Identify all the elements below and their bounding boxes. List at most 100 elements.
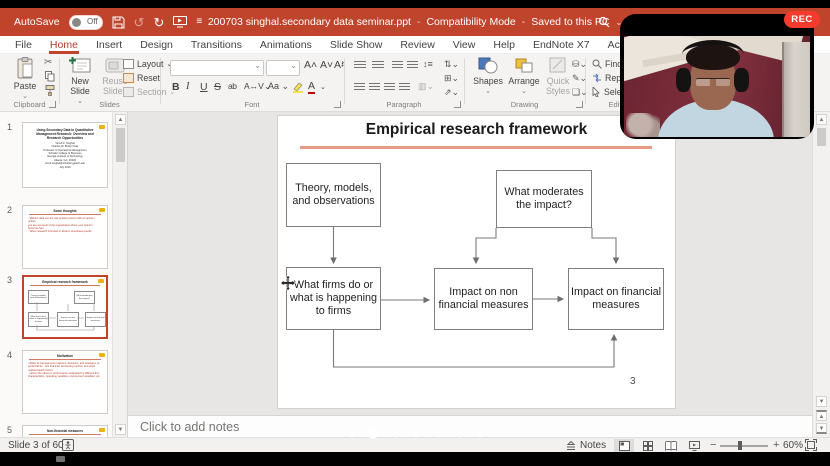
- clipboard-dialog-launcher[interactable]: [49, 101, 56, 108]
- save-icon[interactable]: [112, 16, 125, 29]
- align-left-icon[interactable]: [354, 83, 365, 92]
- chevron-down-icon[interactable]: ⌄: [320, 83, 326, 91]
- reset-button[interactable]: Reset: [123, 73, 160, 83]
- scrollbar-thumb[interactable]: [116, 128, 125, 162]
- shape-fill-icon[interactable]: ⛁⌄: [572, 59, 587, 70]
- zoom-out-button[interactable]: −: [710, 439, 716, 451]
- highlight-color-button[interactable]: [292, 82, 304, 93]
- new-slide-button[interactable]: New Slide ⌄: [63, 57, 97, 106]
- paste-button[interactable]: Paste ⌄: [6, 57, 44, 101]
- font-size-combo[interactable]: [266, 60, 300, 76]
- copy-icon[interactable]: [45, 71, 55, 82]
- character-spacing-button[interactable]: A↔V⌄: [244, 81, 271, 92]
- align-text-icon[interactable]: ⊞⌄: [444, 73, 459, 84]
- format-painter-icon[interactable]: [45, 85, 55, 96]
- tab-transitions[interactable]: Transitions: [182, 36, 251, 54]
- shape-outline-icon[interactable]: ✎⌄: [572, 73, 587, 84]
- scroll-down-icon[interactable]: ▼: [115, 424, 126, 435]
- slide-thumbnail-1[interactable]: Using Secondary Data in Quantitative Man…: [22, 122, 108, 188]
- change-case-button[interactable]: Aa ⌄: [268, 81, 289, 92]
- columns-icon[interactable]: ▥⌄: [418, 81, 434, 92]
- zoom-slider-track[interactable]: [720, 445, 768, 447]
- underline-button[interactable]: U: [200, 81, 208, 93]
- undo-icon[interactable]: ↺: [134, 16, 145, 29]
- diagram-box-nonfinancial[interactable]: Impact on non financial measures: [434, 268, 533, 330]
- zoom-in-button[interactable]: +: [773, 439, 779, 451]
- tab-home[interactable]: Home: [41, 36, 87, 54]
- drawing-dialog-launcher[interactable]: [576, 101, 583, 108]
- notes-placeholder[interactable]: Click to add notes: [140, 420, 239, 434]
- decrease-indent-icon[interactable]: [392, 61, 403, 70]
- numbering-icon[interactable]: [372, 61, 384, 70]
- reading-view-button[interactable]: [661, 439, 681, 452]
- start-slideshow-icon[interactable]: [173, 16, 187, 28]
- customize-toolbar-icon[interactable]: ≡: [196, 17, 202, 27]
- font-name-combo[interactable]: [170, 60, 264, 76]
- scroll-up-icon[interactable]: ▲: [115, 114, 126, 125]
- align-right-icon[interactable]: [384, 83, 395, 92]
- font-dialog-launcher[interactable]: [334, 101, 341, 108]
- increase-indent-icon[interactable]: [407, 61, 418, 70]
- tab-review[interactable]: Review: [391, 36, 443, 54]
- search-icon[interactable]: [598, 16, 610, 28]
- vertical-scrollbar[interactable]: ▲ ▼ ▲ ▼: [812, 112, 830, 437]
- previous-slide-icon[interactable]: ▲: [816, 410, 827, 421]
- tab-slide-show[interactable]: Slide Show: [321, 36, 392, 54]
- zoom-slider-handle[interactable]: [738, 441, 742, 450]
- notes-toggle-button[interactable]: Notes: [566, 440, 606, 451]
- cut-icon[interactable]: ✂: [44, 57, 52, 68]
- strikethrough-button[interactable]: S: [214, 81, 221, 93]
- diagram-box-financial[interactable]: Impact on financial measures: [568, 268, 664, 330]
- slide-thumbnail-2[interactable]: Some thoughts - Without data you are jus…: [22, 205, 108, 269]
- increase-font-icon[interactable]: A˄: [304, 59, 317, 71]
- tab-animations[interactable]: Animations: [251, 36, 321, 54]
- slide-thumbnail-4[interactable]: Motivation - Effect of management practi…: [22, 350, 108, 414]
- italic-button[interactable]: I: [186, 81, 190, 92]
- arrange-button[interactable]: Arrange ⌄: [506, 57, 542, 96]
- slideshow-view-button[interactable]: [684, 439, 704, 452]
- quick-styles-button[interactable]: Quick Styles: [543, 57, 573, 96]
- text-direction-icon[interactable]: ⇅⌄: [444, 59, 459, 70]
- bold-button[interactable]: B: [172, 81, 180, 93]
- clear-formatting-icon[interactable]: A𝄽: [334, 59, 344, 72]
- smartart-icon[interactable]: ⇗⌄: [444, 87, 459, 98]
- scrollbar-thumb[interactable]: [817, 128, 826, 146]
- redo-icon[interactable]: ↻: [153, 16, 164, 29]
- find-button[interactable]: Find: [592, 59, 622, 69]
- tab-endnote[interactable]: EndNote X7: [524, 36, 599, 54]
- justify-icon[interactable]: [399, 83, 410, 92]
- diagram-box-theory[interactable]: Theory, models, and observations: [286, 163, 381, 227]
- tab-file[interactable]: File: [6, 36, 41, 54]
- accessibility-checker-icon[interactable]: [62, 439, 74, 451]
- scroll-up-icon[interactable]: ▲: [816, 114, 827, 125]
- slide-thumbnail-3-selected[interactable]: Empirical research framework Theory, mod…: [22, 275, 108, 339]
- layout-button[interactable]: Layout ⌄: [123, 59, 172, 69]
- notes-pane[interactable]: Click to add notes: [128, 415, 812, 437]
- align-center-icon[interactable]: [369, 83, 380, 92]
- shape-effects-icon[interactable]: ❏⌄: [572, 87, 588, 98]
- decrease-font-icon[interactable]: A˅: [320, 59, 333, 71]
- paragraph-dialog-launcher[interactable]: [454, 101, 461, 108]
- slide-sorter-view-button[interactable]: [638, 439, 658, 452]
- font-color-button[interactable]: A: [308, 81, 315, 94]
- normal-view-button[interactable]: [614, 439, 634, 452]
- thumbnail-scrollbar[interactable]: ▲ ▼: [112, 112, 127, 437]
- tab-view[interactable]: View: [444, 36, 485, 54]
- diagram-box-what-firms-do[interactable]: What firms do or what is happening to fi…: [286, 267, 381, 330]
- tab-help[interactable]: Help: [484, 36, 524, 54]
- fit-slide-to-window-icon[interactable]: [805, 439, 817, 451]
- scroll-down-icon[interactable]: ▼: [816, 396, 827, 407]
- text-shadow-button[interactable]: ab: [228, 81, 236, 91]
- shapes-button[interactable]: Shapes ⌄: [472, 57, 504, 96]
- bullets-icon[interactable]: [354, 61, 366, 70]
- line-spacing-icon[interactable]: ↕≡: [423, 59, 433, 69]
- diagram-connectors: [278, 116, 675, 408]
- tab-design[interactable]: Design: [131, 36, 182, 54]
- zoom-level[interactable]: 60%: [783, 440, 803, 451]
- section-button[interactable]: Section ⌄: [123, 87, 175, 97]
- tab-insert[interactable]: Insert: [87, 36, 131, 54]
- diagram-box-moderates[interactable]: What moderates the impact?: [496, 170, 592, 228]
- next-slide-icon[interactable]: ▼: [816, 423, 827, 434]
- autosave-toggle[interactable]: Off: [69, 15, 103, 30]
- slide-canvas[interactable]: Empirical research framework: [278, 116, 675, 408]
